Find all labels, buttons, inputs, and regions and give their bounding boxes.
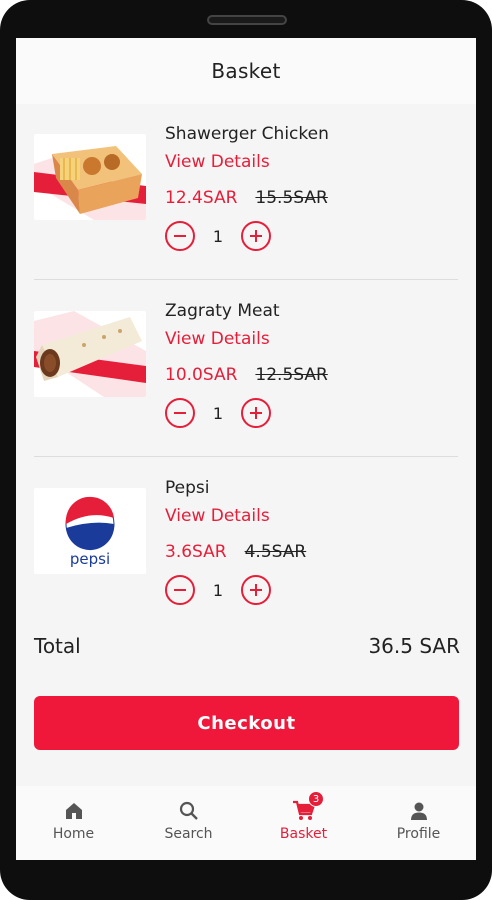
quantity-stepper: 1 (165, 398, 271, 428)
bottom-nav: Home Search 3 Basket Profile (16, 786, 476, 860)
quantity-value: 1 (212, 226, 224, 246)
nav-label: Profile (396, 826, 441, 842)
nav-search[interactable]: Search (131, 786, 246, 860)
increase-quantity-button[interactable] (241, 398, 271, 428)
search-icon (179, 801, 198, 820)
chicken-box-image (34, 134, 146, 220)
price-row: 3.6SAR 4.5SAR (165, 542, 306, 562)
item-divider (34, 456, 458, 457)
phone-speaker (207, 15, 287, 25)
basket-item: pepsi Pepsi View Details 3.6SAR 4.5SAR 1 (16, 458, 476, 634)
decrease-quantity-button[interactable] (165, 398, 195, 428)
home-icon (65, 803, 82, 819)
quantity-stepper: 1 (165, 575, 271, 605)
increase-quantity-button[interactable] (241, 575, 271, 605)
item-name: Zagraty Meat (165, 301, 280, 321)
price-row: 10.0SAR 12.5SAR (165, 365, 328, 385)
pepsi-logo-text: pepsi (70, 550, 110, 568)
minus-icon (174, 412, 186, 414)
plus-icon (250, 230, 262, 242)
decrease-quantity-button[interactable] (165, 575, 195, 605)
plus-icon (250, 584, 262, 596)
page-title: Basket (211, 59, 281, 83)
pepsi-logo: pepsi (34, 488, 146, 574)
nav-label: Home (52, 826, 95, 842)
item-price: 10.0SAR (165, 365, 238, 385)
nav-label: Search (164, 826, 213, 842)
nav-home[interactable]: Home (16, 786, 131, 860)
price-row: 12.4SAR 15.5SAR (165, 188, 328, 208)
wrap-image (34, 311, 146, 397)
view-details-link[interactable]: View Details (165, 506, 270, 526)
item-old-price: 4.5SAR (244, 542, 307, 562)
nav-label: Basket (279, 826, 328, 842)
phone-frame: Basket Shawerger Chicken View Details 12… (0, 0, 492, 900)
item-price: 12.4SAR (165, 188, 238, 208)
quantity-stepper: 1 (165, 221, 271, 251)
quantity-value: 1 (212, 403, 224, 423)
plus-icon (250, 407, 262, 419)
view-details-link[interactable]: View Details (165, 329, 270, 349)
item-old-price: 15.5SAR (255, 188, 328, 208)
item-divider (34, 279, 458, 280)
basket-item: Shawerger Chicken View Details 12.4SAR 1… (16, 104, 476, 280)
view-details-link[interactable]: View Details (165, 152, 270, 172)
minus-icon (174, 589, 186, 591)
basket-item: Zagraty Meat View Details 10.0SAR 12.5SA… (16, 281, 476, 457)
item-old-price: 12.5SAR (255, 365, 328, 385)
decrease-quantity-button[interactable] (165, 221, 195, 251)
profile-icon (410, 802, 427, 820)
minus-icon (174, 235, 186, 237)
total-label: Total (34, 634, 81, 658)
checkout-button[interactable]: Checkout (34, 696, 459, 750)
cart-count-badge: 3 (308, 791, 324, 807)
total-value: 36.5 SAR (368, 634, 460, 658)
nav-profile[interactable]: Profile (361, 786, 476, 860)
total-row: Total 36.5 SAR (34, 634, 460, 658)
header: Basket (16, 38, 476, 104)
item-price: 3.6SAR (165, 542, 227, 562)
increase-quantity-button[interactable] (241, 221, 271, 251)
item-name: Shawerger Chicken (165, 124, 329, 144)
app-screen: Basket Shawerger Chicken View Details 12… (16, 38, 476, 860)
item-name: Pepsi (165, 478, 210, 498)
quantity-value: 1 (212, 580, 224, 600)
nav-basket[interactable]: 3 Basket (246, 786, 361, 860)
